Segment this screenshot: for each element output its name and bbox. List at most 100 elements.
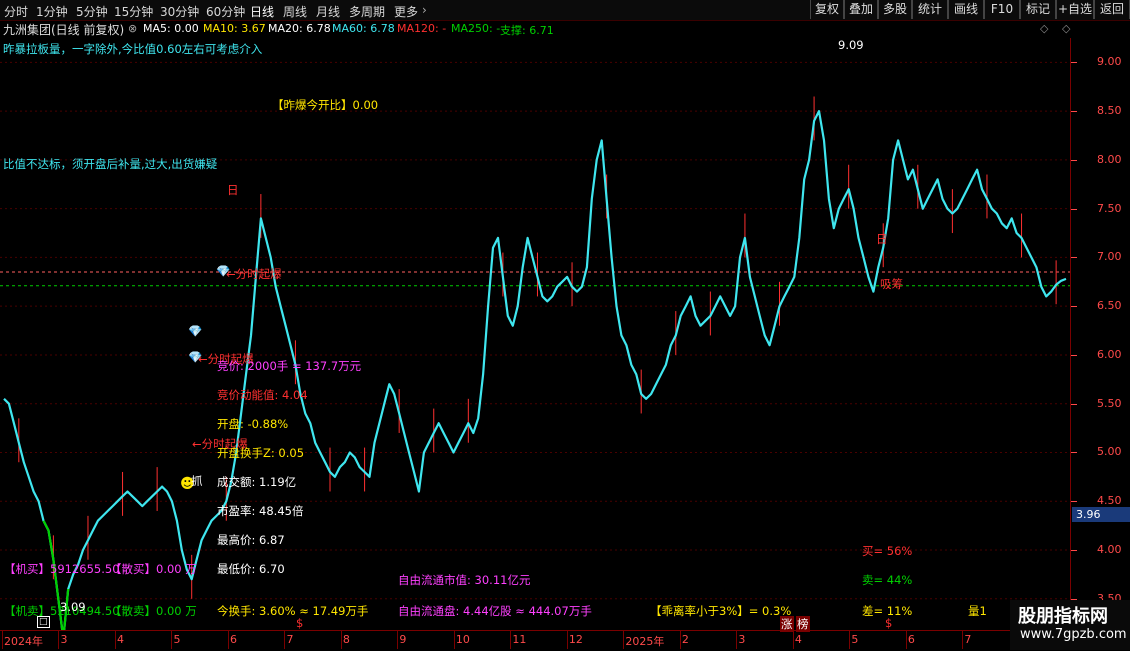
stock-title[interactable]: 九洲集团(日线 前复权) <box>3 21 124 38</box>
date-tick-mark <box>397 631 399 649</box>
date-tick-mark <box>453 631 455 649</box>
ma120-value: MA120: - <box>397 22 447 35</box>
date-tick-mark <box>227 631 229 649</box>
date-tick-label: 7 <box>964 633 972 646</box>
price-tick-mark <box>1071 159 1077 161</box>
period-tab-more[interactable]: 更多 <box>394 3 418 20</box>
price-tick-mark <box>1071 208 1077 210</box>
date-tick-mark <box>114 631 116 649</box>
period-tab-60min[interactable]: 60分钟 <box>206 3 245 20</box>
date-tick-mark <box>2 631 3 649</box>
button-diejia[interactable]: 叠加 <box>844 0 878 19</box>
annotation-turnover: 今换手: 3.60% ≈ 17.49万手 <box>217 604 369 618</box>
date-tick-label: 5 <box>851 633 859 646</box>
annotation-sb-sell: 【散卖】0.00 万 <box>110 604 197 618</box>
date-tick-mark <box>792 631 794 649</box>
annotation-bid-price: 竞价: 2000手 = 137.7万元 <box>217 359 362 373</box>
button-biaoji[interactable]: 标记 <box>1020 0 1056 19</box>
date-tick-label: 2024年 <box>4 635 43 648</box>
diamond-icon-2[interactable]: ◇ <box>1062 22 1070 35</box>
top-toolbar: 分时 1分钟 5分钟 15分钟 30分钟 60分钟 日线 周线 月线 多周期 更… <box>0 0 1130 21</box>
diamond-icon[interactable]: ◇ <box>1040 22 1048 35</box>
date-tick-mark <box>510 631 512 649</box>
date-tick-label: 2 <box>681 633 689 646</box>
price-tick-label: 5.00 <box>1097 445 1122 459</box>
annotation-liang: 量1 <box>968 604 987 618</box>
diamond-mark-icon-2: 💎 <box>188 324 203 338</box>
price-tick-label: 4.00 <box>1097 542 1122 556</box>
watermark-url: www.7gpzb.com <box>1020 627 1127 642</box>
date-tick-label: 4 <box>116 633 124 646</box>
chart-svg <box>0 61 1070 640</box>
date-tick-mark <box>736 631 738 649</box>
support-value: 支撑: 6.71 <box>500 24 554 37</box>
date-tick-label: 6 <box>907 633 915 646</box>
bang-badge: 榜 <box>796 616 810 632</box>
period-tab-weekly[interactable]: 周线 <box>283 3 307 20</box>
annotation-pe: 市盈率: 48.45倍 <box>217 504 304 518</box>
annotation-sb-buy: 【散买】0.00 万 <box>110 562 197 576</box>
period-tab-30min[interactable]: 30分钟 <box>160 3 199 20</box>
date-tick-label: 11 <box>512 633 527 646</box>
button-back[interactable]: 返回 <box>1094 0 1130 19</box>
annotation-zhua: 抓 <box>191 474 203 488</box>
ma20-value: MA20: 6.78 <box>268 22 331 35</box>
period-tab-daily[interactable]: 日线 <box>250 3 274 20</box>
price-chart[interactable] <box>0 38 1070 640</box>
annotation-ratio-warning: 比值不达标，须开盘后补量,过大,出货嫌疑 <box>3 157 218 171</box>
price-tick-mark <box>1071 549 1077 551</box>
price-tick-label: 7.00 <box>1097 250 1122 264</box>
date-tick-mark <box>566 631 568 649</box>
settings-icon[interactable]: ⊗ <box>128 22 137 35</box>
button-tongji[interactable]: 统计 <box>912 0 948 19</box>
annotation-ratio: 【昨爆今开比】0.00 <box>272 98 379 112</box>
date-tick-label: 5 <box>173 633 181 646</box>
price-tick-label: 7.50 <box>1097 201 1122 215</box>
period-tab-monthly[interactable]: 月线 <box>316 3 340 20</box>
ma-info-bar: 九洲集团(日线 前复权) ⊗ MA5: 0.00 MA10: 3.67 MA20… <box>0 20 1130 38</box>
period-tab-fenshi[interactable]: 分时 <box>4 3 28 20</box>
date-tick-mark <box>905 631 907 649</box>
zhang-badge: 涨 <box>780 616 794 632</box>
date-tick-label: 3 <box>738 633 746 646</box>
button-f10[interactable]: F10 <box>984 0 1020 19</box>
price-tick-mark <box>1071 452 1077 454</box>
price-tick-label: 9.00 <box>1097 55 1122 69</box>
button-fuquan[interactable]: 复权 <box>810 0 844 19</box>
date-tick-mark <box>849 631 851 649</box>
date-tick-mark <box>623 631 625 649</box>
annotation-deviation: 【乖离率小于3%】= 0.3% <box>650 604 792 618</box>
annotation-float-cap: 自由流通市值: 30.11亿元 <box>398 573 531 587</box>
price-tick-label: 6.00 <box>1097 347 1122 361</box>
price-tick-mark <box>1071 257 1077 259</box>
chevron-right-icon[interactable]: › <box>422 3 427 17</box>
ma10-value: MA10: 3.67 <box>203 22 266 35</box>
date-tick-label: 2025年 <box>625 635 665 648</box>
period-tab-5min[interactable]: 5分钟 <box>76 3 108 20</box>
button-huaxian[interactable]: 画线 <box>948 0 984 19</box>
ma250-value: MA250: - <box>451 22 501 35</box>
price-tick-mark <box>1071 306 1077 308</box>
date-tick-label: 12 <box>568 633 583 646</box>
annotation-float-shares: 自由流通盘: 4.44亿股 ≈ 444.07万手 <box>398 604 592 618</box>
period-tab-multi[interactable]: 多周期 <box>349 3 385 20</box>
price-tick-mark <box>1071 403 1077 405</box>
annotation-open-turnover: 开盘换手Z: 0.05 <box>217 446 305 460</box>
date-axis: 2024年34567891011122025年2345678 <box>0 630 1070 651</box>
price-tick-mark <box>1071 62 1077 64</box>
price-tick-mark <box>1071 111 1077 113</box>
period-tab-1min[interactable]: 1分钟 <box>36 3 68 20</box>
annotation-max-price: 9.09 <box>838 38 864 52</box>
button-add-watchlist[interactable]: +自选 <box>1056 0 1094 19</box>
dollar-mark-icon: $ <box>296 616 304 630</box>
period-tab-15min[interactable]: 15分钟 <box>114 3 153 20</box>
dollar-mark-icon-2: $ <box>885 616 893 630</box>
watermark-logo: 股朋指标网 www.7gpzb.com <box>1010 600 1130 650</box>
annotation-amount: 成交额: 1.19亿 <box>217 475 297 489</box>
button-duogu[interactable]: 多股 <box>878 0 912 19</box>
price-tick-label: 4.50 <box>1097 494 1122 508</box>
date-tick-label: 4 <box>794 633 802 646</box>
price-tick-mark <box>1071 501 1077 503</box>
annotation-xichou: 吸筹 <box>880 277 903 291</box>
annotation-jm-buy: 【机买】5912655.50 <box>4 562 120 576</box>
